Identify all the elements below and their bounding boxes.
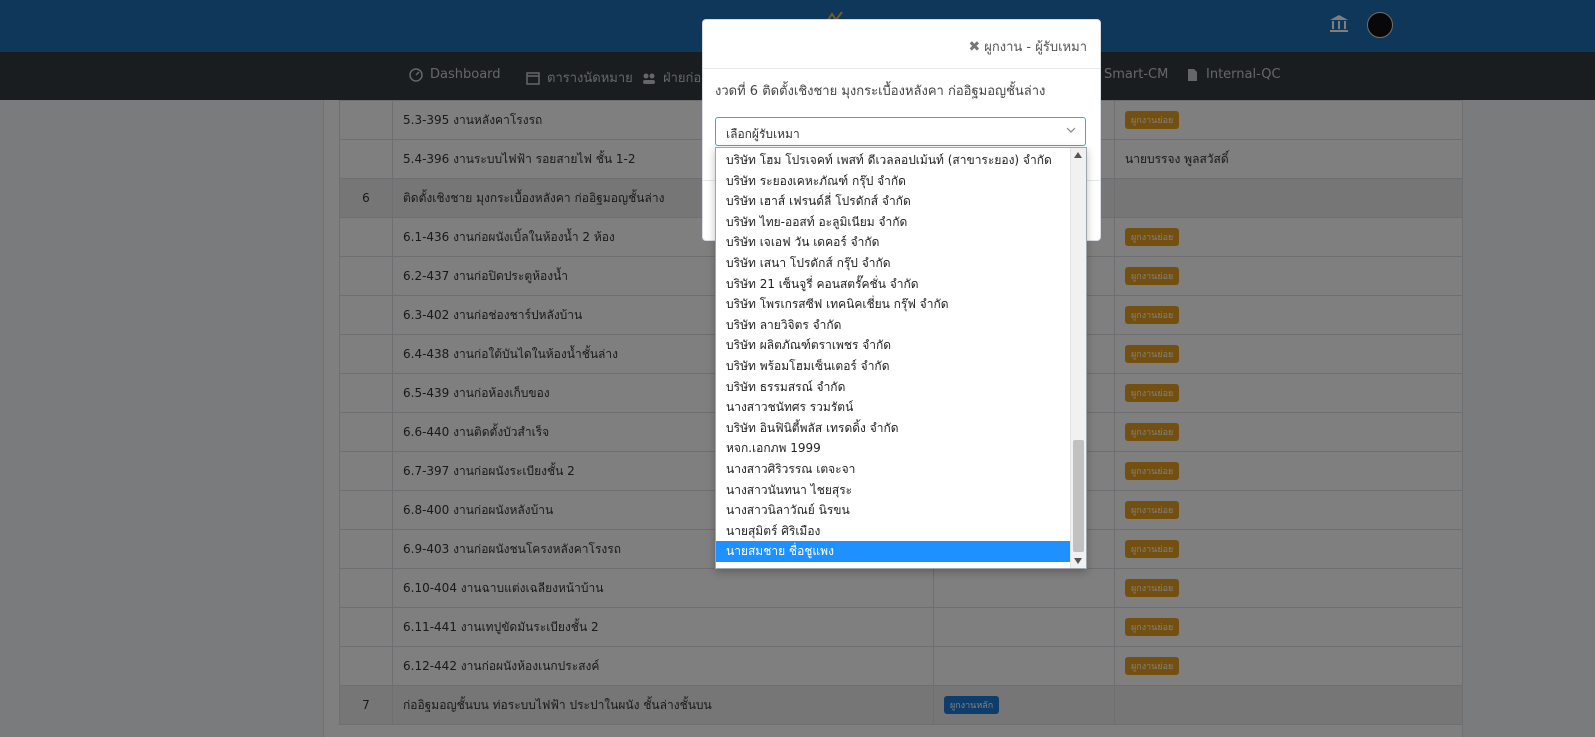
dropdown-option[interactable]: บริษัท ผลิตภัณฑ์ตราเพชร จำกัด bbox=[716, 335, 1071, 356]
close-icon[interactable]: ✖ bbox=[969, 39, 981, 55]
scroll-up-icon[interactable] bbox=[1074, 152, 1082, 158]
dropdown-option[interactable]: บริษัท พร้อมโฮมเซ็นเตอร์ จำกัด bbox=[716, 356, 1071, 377]
dropdown-option[interactable]: นางสาวนันทนา ไชยสุระ bbox=[716, 480, 1071, 501]
modal-title: ✖ ผูกงาน - ผู้รับเหมา bbox=[969, 36, 1087, 57]
dropdown-option[interactable]: บริษัท ลายวิจิตร จำกัด bbox=[716, 315, 1071, 336]
dropdown-option[interactable]: บริษัท ระยองเคหะภัณฑ์ กรุ๊ป จำกัด bbox=[716, 171, 1071, 192]
dropdown-option[interactable]: บริษัท โพรเกรสซีฟ เทคนิคเชี่ยน กรุ๊ฟ จำก… bbox=[716, 294, 1071, 315]
dropdown-option[interactable]: บริษัท ธรรมสรณ์ จำกัด bbox=[716, 377, 1071, 398]
dropdown-option[interactable]: บริษัท 21 เซ็นจูรี่ คอนสตรั๊คชั่น จำกัด bbox=[716, 274, 1071, 295]
contractor-dropdown-list[interactable]: บริษัท โฮม โปรเจคท์ เพสท์ ดีเวลลอปเม้นท์… bbox=[715, 147, 1087, 569]
dropdown-option[interactable]: นางสาวชนัทศร รวมรัตน์ bbox=[716, 397, 1071, 418]
contractor-select-value: เลือกผู้รับเหมา bbox=[726, 127, 800, 141]
dropdown-option[interactable]: บริษัท เจเอฟ วัน เดคอร์ จำกัด bbox=[716, 232, 1071, 253]
modal-title-text: ผูกงาน - ผู้รับเหมา bbox=[984, 40, 1087, 55]
dropdown-option[interactable]: บริษัท ไทย-ออสท์ อะลูมิเนียม จำกัด bbox=[716, 212, 1071, 233]
dropdown-option[interactable]: บริษัท เสนา โปรดักส์ กรุ๊ป จำกัด bbox=[716, 253, 1071, 274]
scrollbar-thumb[interactable] bbox=[1073, 440, 1084, 552]
dropdown-option[interactable]: บริษัท เฮาส์ เฟรนด์ลี่ โปรดักส์ จำกัด bbox=[716, 191, 1071, 212]
dropdown-option[interactable]: นางสาวนิลาวัณย์ นิรขน bbox=[716, 500, 1071, 521]
dropdown-option[interactable]: บริษัท โฮม โปรเจคท์ เพสท์ ดีเวลลอปเม้นท์… bbox=[716, 150, 1071, 171]
dropdown-option[interactable]: หจก.เอกภพ 1999 bbox=[716, 438, 1071, 459]
dropdown-option[interactable]: นายสมชาย ชื่อชูแพง bbox=[716, 541, 1071, 563]
contractor-select[interactable]: เลือกผู้รับเหมา bbox=[715, 117, 1086, 146]
dropdown-option[interactable]: นางสาวศิริวรรณ เตจะจา bbox=[716, 459, 1071, 480]
chevron-down-icon bbox=[1066, 127, 1076, 133]
dropdown-option[interactable]: บริษัท อินฟินิตี้พลัส เทรดดิ้ง จำกัด bbox=[716, 418, 1071, 439]
modal-header: ✖ ผูกงาน - ผู้รับเหมา bbox=[703, 20, 1100, 69]
scroll-down-icon[interactable] bbox=[1074, 558, 1082, 564]
dropdown-scrollbar[interactable] bbox=[1070, 148, 1086, 568]
modal-subtitle: งวดที่ 6 ติดตั้งเชิงชาย มุงกระเบื้องหลัง… bbox=[715, 84, 1046, 99]
dropdown-option[interactable]: นายสุมิตร์ ศิริเมือง bbox=[716, 521, 1071, 542]
